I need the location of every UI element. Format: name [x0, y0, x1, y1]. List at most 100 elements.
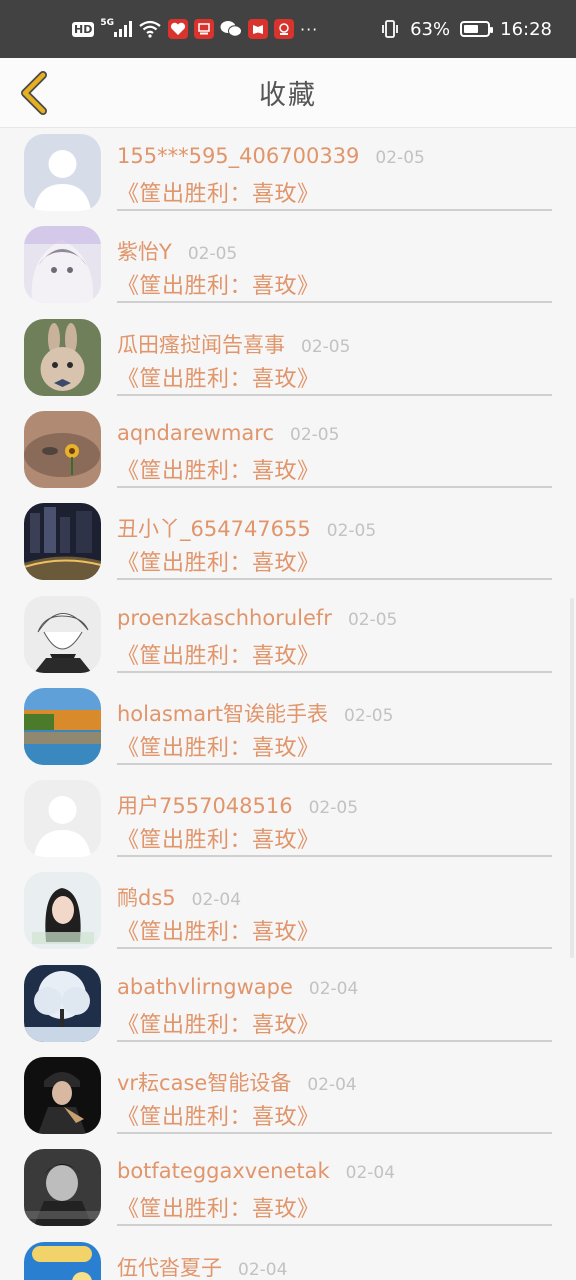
user-name[interactable]: proenzkaschhorulefr	[117, 606, 332, 630]
list-item[interactable]: 瓜田瘙挝闻告喜事 02-05 《筐出胜利：喜玫》	[0, 313, 576, 405]
list-item[interactable]: holasmart智诶能手表 02-05 《筐出胜利：喜玫》	[0, 682, 576, 774]
network-type-label: 5G	[100, 18, 114, 28]
avatar[interactable]	[24, 687, 101, 765]
user-name[interactable]: abathvlirngwape	[117, 975, 293, 999]
avatar[interactable]	[24, 872, 101, 950]
divider	[117, 855, 552, 858]
user-name[interactable]: aqndarewmarc	[117, 421, 274, 445]
battery-icon	[460, 21, 494, 37]
avatar[interactable]	[24, 595, 101, 673]
avatar[interactable]	[24, 1057, 101, 1134]
book-title[interactable]: 《筐出胜利：喜玫》	[117, 453, 320, 485]
divider	[117, 578, 552, 581]
avatar[interactable]	[24, 780, 101, 858]
name-line: 紫怡Y 02-05	[117, 236, 237, 266]
name-line: vr耘case智能设备 02-04	[117, 1067, 357, 1097]
list-item[interactable]: abathvlirngwape 02-04 《筐出胜利：喜玫》	[0, 959, 576, 1051]
page-title: 收藏	[259, 80, 317, 111]
divider	[117, 209, 552, 211]
list-item[interactable]: 鸸ds5 02-04 《筐出胜利：喜玫》	[0, 866, 576, 958]
user-name[interactable]: 丑小丫_654747655	[117, 513, 311, 543]
book-title[interactable]: 《筐出胜利：喜玫》	[117, 1099, 320, 1131]
favorite-date: 02-05	[301, 336, 351, 357]
user-name[interactable]: 紫怡Y	[117, 236, 172, 266]
app-notification-icon	[248, 19, 268, 39]
favorite-date: 02-04	[307, 1075, 357, 1095]
app-notification-icon	[274, 19, 294, 39]
divider	[117, 947, 552, 950]
divider	[117, 485, 552, 488]
list-item[interactable]: aqndarewmarc 02-05 《筐出胜利：喜玫》	[0, 405, 576, 497]
book-title[interactable]: 《筐出胜利：喜玫》	[117, 1007, 320, 1039]
favorite-date: 02-04	[191, 890, 242, 911]
book-title[interactable]: 《筐出胜利：喜玫》	[117, 545, 320, 577]
favorite-date: 02-05	[375, 148, 425, 168]
list-item[interactable]: 用户7557048516 02-05 《筐出胜利：喜玫》	[0, 774, 576, 866]
name-line: 伍代沓夏子 02-04	[117, 1252, 287, 1280]
list-item[interactable]: 丑小丫_654747655 02-05 《筐出胜利：喜玫》	[0, 497, 576, 589]
book-title[interactable]: 《筐出胜利：喜玫》	[117, 638, 320, 670]
divider	[117, 1224, 552, 1227]
user-name[interactable]: holasmart智诶能手表	[117, 698, 328, 728]
divider	[117, 393, 552, 396]
user-name[interactable]: 瓜田瘙挝闻告喜事	[117, 329, 285, 359]
list-item[interactable]: 155***595_406700339 02-05 《筐出胜利：喜玫》	[0, 128, 576, 220]
user-name[interactable]: 155***595_406700339	[117, 144, 359, 168]
name-line: holasmart智诶能手表 02-05	[117, 698, 393, 728]
favorite-date: 02-05	[308, 798, 359, 819]
favorite-date: 02-05	[326, 521, 377, 542]
avatar[interactable]	[24, 134, 101, 211]
avatar[interactable]	[24, 226, 101, 304]
user-name[interactable]: 用户7557048516	[117, 790, 293, 820]
list-item[interactable]: vr耘case智能设备 02-04 《筐出胜利：喜玫》	[0, 1051, 576, 1143]
cellular-signal-icon: 5G	[100, 18, 132, 37]
book-title[interactable]: 《筐出胜利：喜玫》	[117, 822, 320, 854]
list-item[interactable]: 伍代沓夏子02-04《筐出胜利：喜玫》	[0, 1236, 576, 1280]
name-line: 155***595_406700339 02-05	[117, 144, 425, 168]
list-item[interactable]: proenzkaschhorulefr 02-05 《筐出胜利：喜玫》	[0, 590, 576, 682]
favorite-date: 02-05	[187, 244, 238, 265]
avatar[interactable]	[24, 318, 101, 396]
book-title[interactable]: 《筐出胜利：喜玫》	[117, 176, 320, 208]
avatar[interactable]	[24, 503, 101, 581]
user-name[interactable]: botfateggaxvenetak	[117, 1159, 330, 1183]
title-bar: 收藏	[0, 58, 576, 128]
user-name[interactable]: 鸸ds5	[117, 882, 176, 912]
name-line: 丑小丫_654747655 02-05	[117, 513, 376, 543]
favorites-list[interactable]: 155***595_406700339 02-05 《筐出胜利：喜玫》 紫怡Y 02-0…	[0, 128, 576, 1280]
clock: 16:28	[500, 18, 552, 40]
avatar[interactable]	[24, 1149, 101, 1227]
name-line: abathvlirngwape 02-04	[117, 975, 358, 999]
chevron-left-icon	[21, 71, 47, 115]
battery-percent: 63%	[410, 18, 451, 40]
avatar[interactable]	[24, 410, 101, 488]
avatar[interactable]	[24, 964, 101, 1042]
book-title[interactable]: 《筐出胜利：喜玫》	[117, 1191, 320, 1223]
divider	[117, 301, 552, 304]
book-title[interactable]: 《筐出胜利：喜玫》	[117, 361, 320, 393]
user-name[interactable]: 伍代沓夏子	[117, 1252, 222, 1280]
favorite-date: 02-04	[238, 1259, 288, 1280]
app-notification-icon	[194, 19, 214, 39]
status-left: HD 5G ···	[72, 18, 319, 39]
avatar[interactable]	[24, 1241, 101, 1280]
book-title[interactable]: 《筐出胜利：喜玫》	[117, 914, 320, 946]
status-bar: HD 5G ··· 63% 16:28	[0, 0, 576, 58]
favorite-date: 02-04	[345, 1163, 396, 1184]
book-title[interactable]: 《筐出胜利：喜玫》	[117, 268, 320, 300]
vibrate-icon	[380, 19, 400, 39]
favorite-date: 02-05	[344, 705, 394, 726]
list-item[interactable]: 紫怡Y 02-05 《筐出胜利：喜玫》	[0, 220, 576, 312]
more-notifications-icon: ···	[300, 19, 319, 39]
hd-icon: HD	[72, 21, 95, 37]
book-title[interactable]: 《筐出胜利：喜玫》	[117, 730, 320, 762]
name-line: 用户7557048516 02-05	[117, 790, 358, 820]
divider	[117, 1132, 552, 1134]
back-button[interactable]	[12, 71, 56, 115]
app-notification-icon	[168, 19, 188, 39]
name-line: proenzkaschhorulefr 02-05	[117, 606, 397, 630]
user-name[interactable]: vr耘case智能设备	[117, 1067, 291, 1097]
favorite-date: 02-05	[347, 609, 398, 630]
list-item[interactable]: botfateggaxvenetak 02-04 《筐出胜利：喜玫》	[0, 1143, 576, 1235]
name-line: aqndarewmarc 02-05	[117, 421, 339, 445]
